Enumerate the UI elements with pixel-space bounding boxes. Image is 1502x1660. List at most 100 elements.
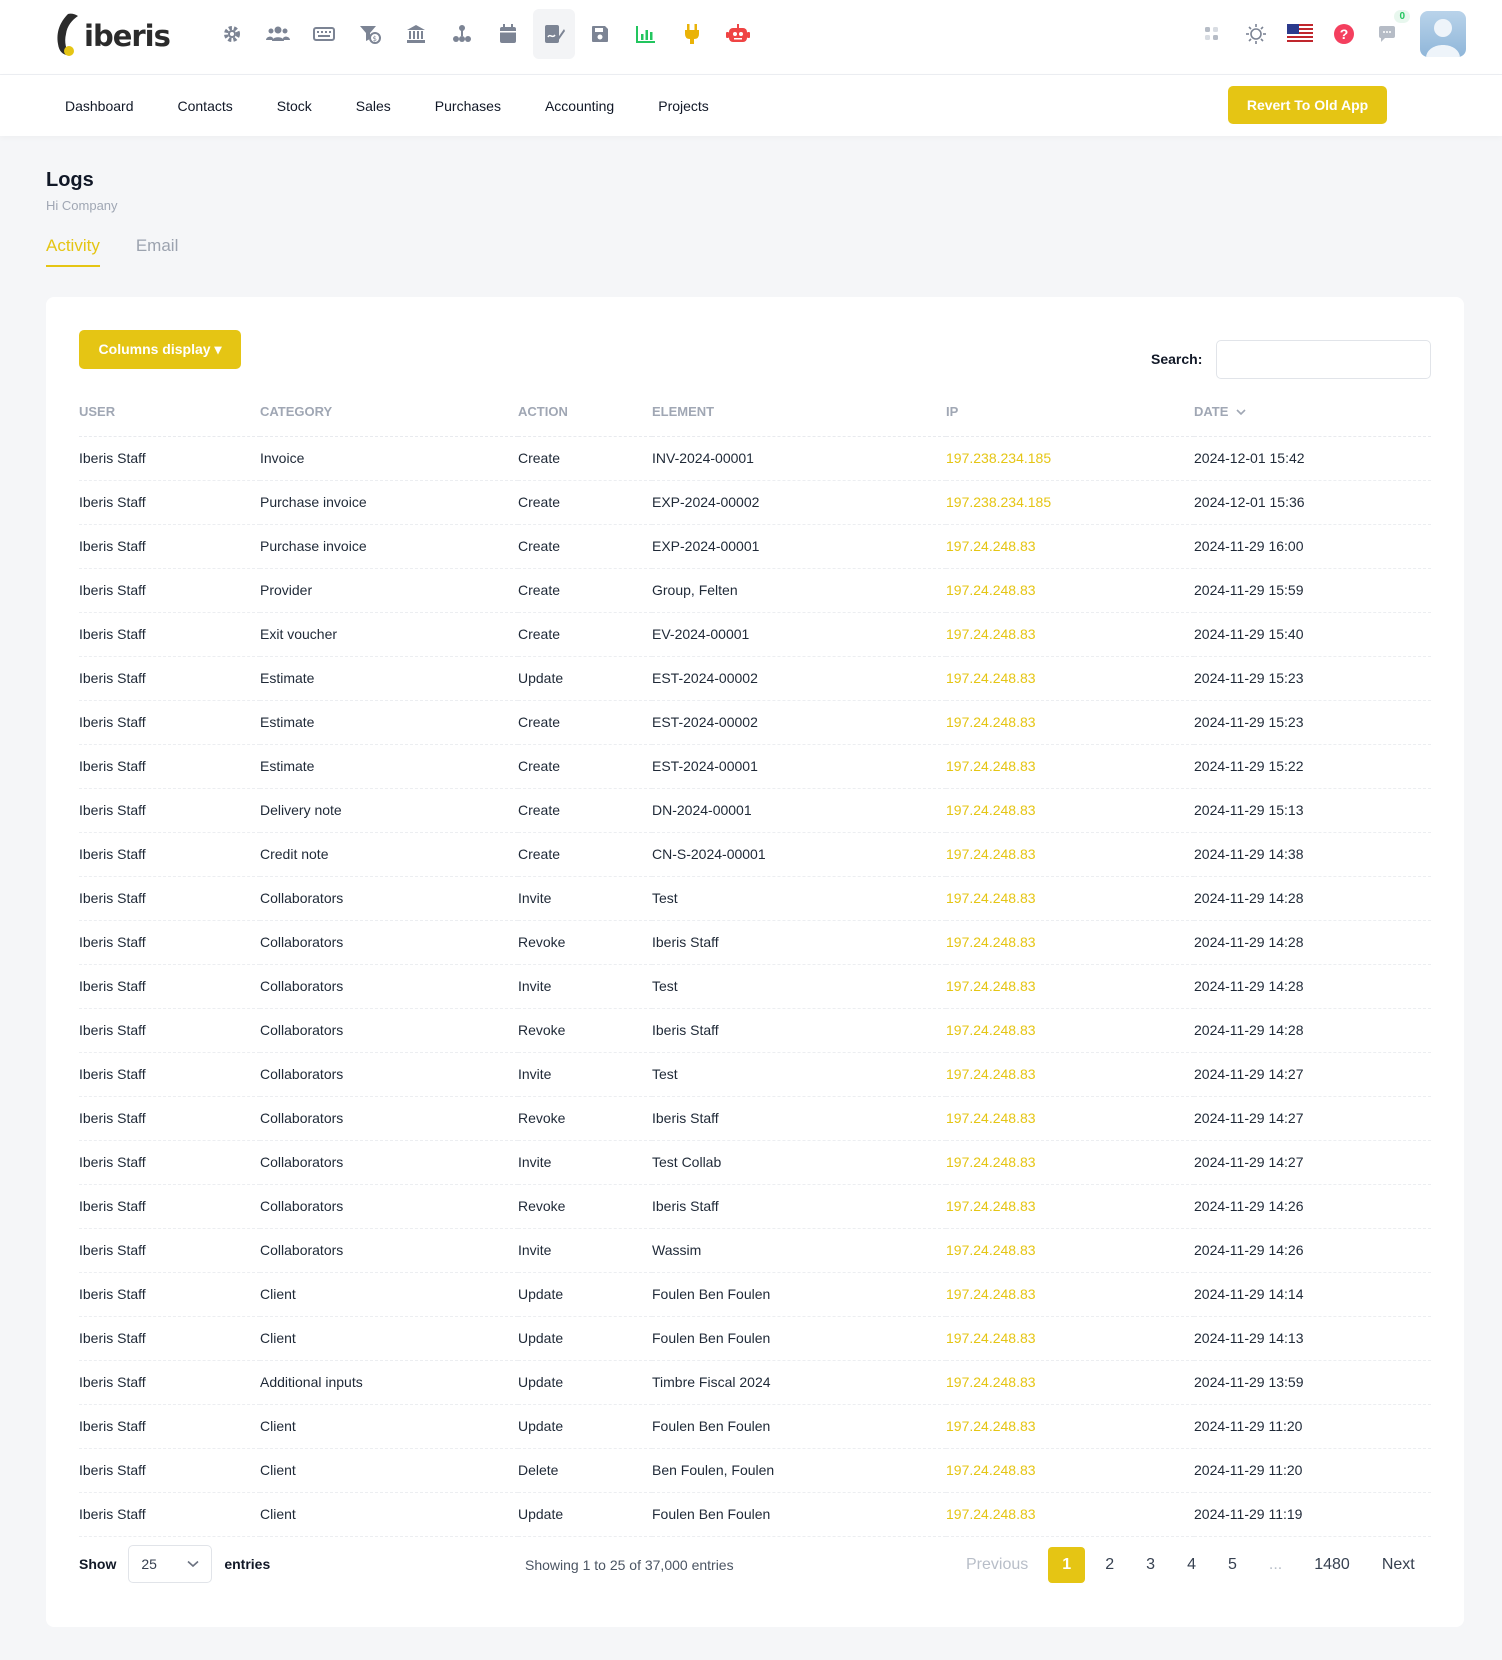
cell-ip[interactable]: 197.238.234.185 [946,480,1194,525]
cell-element: EV-2024-00001 [652,612,946,657]
pagination-next[interactable]: Next [1370,1547,1427,1583]
table-row[interactable]: Iberis Staff Collaborators Revoke Iberis St… [79,1008,1431,1053]
bank-icon[interactable] [395,9,437,59]
cell-ip[interactable]: 197.24.248.83 [946,1184,1194,1229]
table-row[interactable]: Iberis Staff Collaborators Invite Wassim 197… [79,1228,1431,1273]
nav-accounting[interactable]: Accounting [523,98,636,114]
help-icon[interactable]: ? [1322,12,1366,56]
avatar[interactable] [1420,11,1466,57]
table-row[interactable]: Iberis Staff Client Update Foulen Ben Foule… [79,1272,1431,1317]
cell-ip[interactable]: 197.24.248.83 [946,1404,1194,1449]
pagination-page-3[interactable]: 3 [1134,1547,1167,1583]
nav-purchases[interactable]: Purchases [413,98,523,114]
table-row[interactable]: Iberis Staff Client Update Foulen Ben Foule… [79,1316,1431,1361]
table-row[interactable]: Iberis Staff Collaborators Revoke Iberis St… [79,1184,1431,1229]
cell-ip[interactable]: 197.24.248.83 [946,1360,1194,1405]
pagination-last-page[interactable]: 1480 [1302,1547,1362,1583]
table-row[interactable]: Iberis Staff Collaborators Invite Test Coll… [79,1140,1431,1185]
cell-ip[interactable]: 197.24.248.83 [946,1052,1194,1097]
plug-icon[interactable] [671,9,713,59]
table-row[interactable]: Iberis Staff Credit note Create CN-S-2024-0… [79,832,1431,877]
table-row[interactable]: Iberis Staff Additional inputs Update Timbr… [79,1360,1431,1405]
table-row[interactable]: Iberis Staff Invoice Create INV-2024-00001 1… [79,436,1431,481]
cell-ip[interactable]: 197.24.248.83 [946,1140,1194,1185]
nav-stock[interactable]: Stock [255,98,334,114]
tab-email[interactable]: Email [136,236,179,267]
us-flag-icon[interactable] [1278,12,1322,56]
cell-ip[interactable]: 197.24.248.83 [946,1228,1194,1273]
cell-ip[interactable]: 197.24.248.83 [946,788,1194,833]
calendar-icon[interactable] [487,9,529,59]
nav-contacts[interactable]: Contacts [156,98,255,114]
chat-icon[interactable]: 0 [1366,10,1410,56]
table-row[interactable]: Iberis Staff Collaborators Revoke Iberis St… [79,1096,1431,1141]
column-header-action[interactable]: ACTION [518,404,652,437]
cell-ip[interactable]: 197.24.248.83 [946,1096,1194,1141]
settings-icon[interactable] [211,9,253,59]
table-row[interactable]: Iberis Staff Client Update Foulen Ben Foule… [79,1492,1431,1537]
column-header-date[interactable]: DATE [1194,404,1431,437]
cell-ip[interactable]: 197.24.248.83 [946,1272,1194,1317]
filter-dollar-icon[interactable]: $ [349,9,391,59]
nav-sales[interactable]: Sales [334,98,413,114]
pagination-page-5[interactable]: 5 [1216,1547,1249,1583]
table-row[interactable]: Iberis Staff Collaborators Invite Test 197.2… [79,964,1431,1009]
cell-ip[interactable]: 197.24.248.83 [946,524,1194,569]
cell-ip[interactable]: 197.24.248.83 [946,876,1194,921]
table-row[interactable]: Iberis Staff Collaborators Revoke Iberis St… [79,920,1431,965]
cell-ip[interactable]: 197.24.248.83 [946,656,1194,701]
cell-ip[interactable]: 197.24.248.83 [946,1448,1194,1493]
table-row[interactable]: Iberis Staff Collaborators Invite Test 197.2… [79,1052,1431,1097]
cell-ip[interactable]: 197.24.248.83 [946,1008,1194,1053]
table-row[interactable]: Iberis Staff Provider Create Group, Felten 1… [79,568,1431,613]
columns-display-button[interactable]: Columns display ▾ [79,330,241,369]
cell-action: Invite [518,964,652,1009]
table-row[interactable]: Iberis Staff Estimate Create EST-2024-00001… [79,744,1431,789]
cell-ip[interactable]: 197.24.248.83 [946,920,1194,965]
cell-ip[interactable]: 197.24.248.83 [946,964,1194,1009]
column-header-category[interactable]: CATEGORY [260,404,518,437]
cell-ip[interactable]: 197.238.234.185 [946,436,1194,481]
table-row[interactable]: Iberis Staff Collaborators Invite Test 197.2… [79,876,1431,921]
signature-icon[interactable] [533,9,575,59]
table-row[interactable]: Iberis Staff Estimate Update EST-2024-00002… [79,656,1431,701]
column-header-user[interactable]: USER [79,404,260,437]
cell-ip[interactable]: 197.24.248.83 [946,700,1194,745]
cell-ip[interactable]: 197.24.248.83 [946,568,1194,613]
cell-ip[interactable]: 197.24.248.83 [946,612,1194,657]
hierarchy-icon[interactable] [441,9,483,59]
pagination-page-2[interactable]: 2 [1093,1547,1126,1583]
column-header-ip[interactable]: IP [946,404,1194,437]
cell-user: Iberis Staff [79,788,260,833]
cell-ip[interactable]: 197.24.248.83 [946,832,1194,877]
column-header-element[interactable]: ELEMENT [652,404,946,437]
tab-activity[interactable]: Activity [46,236,100,267]
table-row[interactable]: Iberis Staff Delivery note Create DN-2024-0… [79,788,1431,833]
table-row[interactable]: Iberis Staff Estimate Create EST-2024-00002… [79,700,1431,745]
keyboard-icon[interactable] [303,9,345,59]
apps-icon[interactable] [1190,12,1234,56]
pagination-previous[interactable]: Previous [954,1547,1040,1583]
table-row[interactable]: Iberis Staff Purchase invoice Create EXP-20… [79,480,1431,525]
pagination-page-1[interactable]: 1 [1048,1547,1086,1583]
theme-sun-icon[interactable] [1234,12,1278,56]
cell-ip[interactable]: 197.24.248.83 [946,1492,1194,1537]
table-row[interactable]: Iberis Staff Exit voucher Create EV-2024-00… [79,612,1431,657]
search-input[interactable] [1216,340,1431,379]
nav-projects[interactable]: Projects [636,98,731,114]
cell-category: Delivery note [260,788,518,833]
revert-to-old-app-button[interactable]: Revert To Old App [1228,86,1387,124]
page-length-select[interactable]: 25 [128,1545,213,1583]
save-disk-icon[interactable] [579,9,621,59]
nav-dashboard[interactable]: Dashboard [43,98,156,114]
table-row[interactable]: Iberis Staff Client Delete Ben Foulen, Foul… [79,1448,1431,1493]
table-row[interactable]: Iberis Staff Client Update Foulen Ben Foule… [79,1404,1431,1449]
users-icon[interactable] [257,9,299,59]
brand-logo[interactable]: iberis [54,12,171,58]
cell-ip[interactable]: 197.24.248.83 [946,744,1194,789]
bar-chart-icon[interactable] [625,9,667,59]
table-row[interactable]: Iberis Staff Purchase invoice Create EXP-20… [79,524,1431,569]
cell-ip[interactable]: 197.24.248.83 [946,1316,1194,1361]
pagination-page-4[interactable]: 4 [1175,1547,1208,1583]
robot-icon[interactable] [717,9,759,59]
